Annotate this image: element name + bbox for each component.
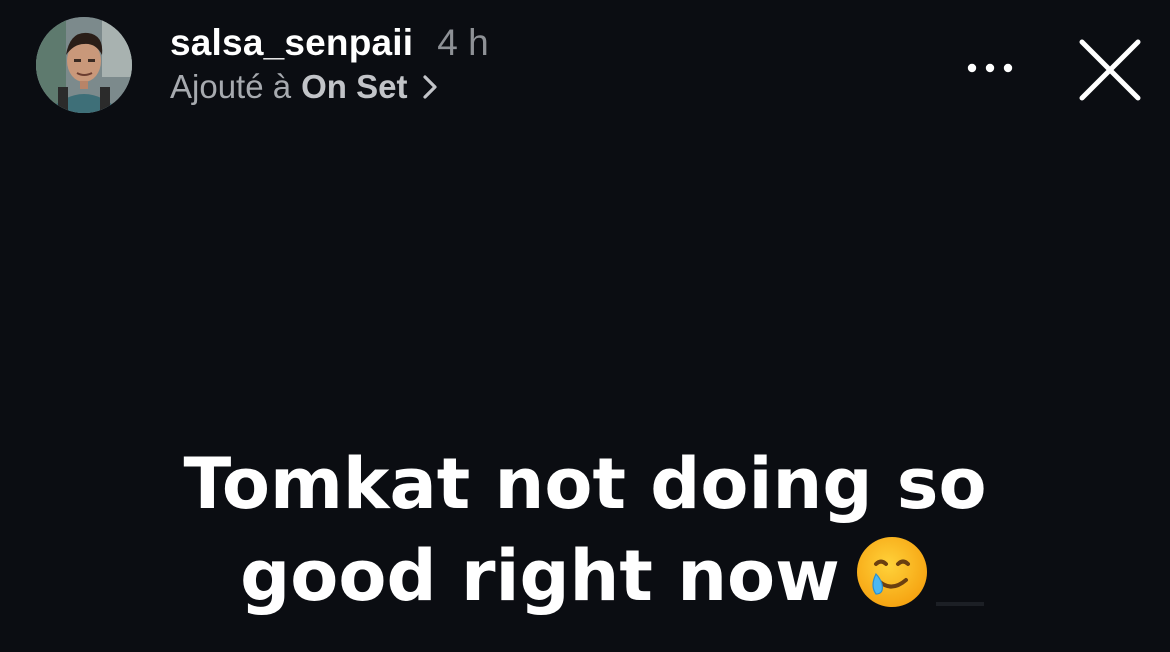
username[interactable]: salsa_senpaii	[170, 22, 413, 64]
close-icon	[1079, 39, 1141, 101]
chevron-right-icon	[421, 74, 439, 100]
caption-line-1: Tomkat not doing so	[183, 443, 987, 525]
post-time: 4 h	[437, 22, 489, 63]
close-button[interactable]	[1074, 34, 1146, 106]
divider	[936, 602, 984, 606]
caption-line-2-text: good right now	[240, 535, 840, 617]
more-horizontal-icon	[967, 63, 1013, 73]
story-caption: Tomkat not doing so good right now	[80, 438, 1090, 622]
user-info: salsa_senpaii 4 h Ajouté à On Set	[170, 22, 489, 106]
avatar[interactable]	[36, 17, 132, 113]
highlight-link[interactable]: Ajouté à On Set	[170, 68, 489, 106]
smiling-face-with-tear-icon	[854, 534, 930, 610]
user-line: salsa_senpaii 4 h	[170, 22, 489, 64]
more-options-button[interactable]	[960, 46, 1020, 90]
story-header: salsa_senpaii 4 h Ajouté à On Set	[0, 0, 1170, 130]
added-to-label: Ajouté à	[170, 68, 292, 105]
collection-name: On Set	[301, 68, 408, 105]
caption-line-2: good right now	[80, 530, 1090, 622]
story-viewer: salsa_senpaii 4 h Ajouté à On Set Tomkat…	[0, 0, 1170, 652]
avatar-photo	[36, 17, 132, 113]
